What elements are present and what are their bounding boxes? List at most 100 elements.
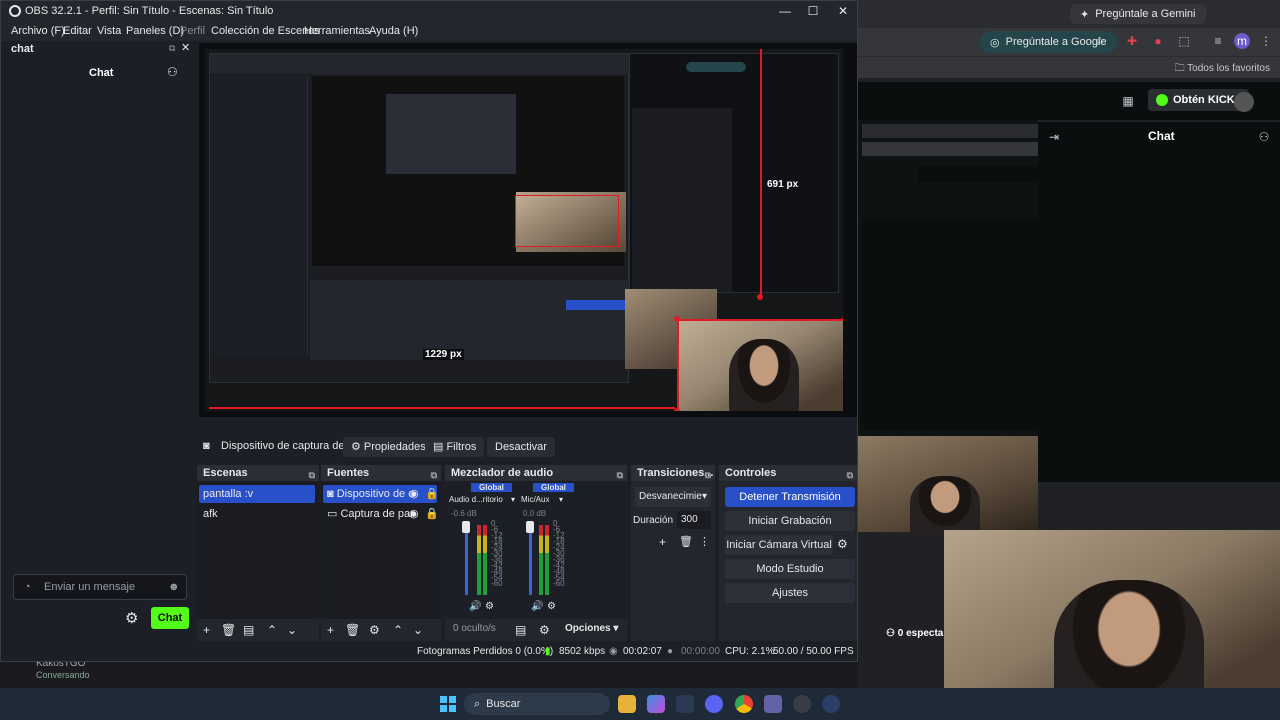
- mute-speaker-icon[interactable]: 🔊: [469, 601, 481, 612]
- nested-browser-preview: [858, 120, 1038, 436]
- add-icon[interactable]: +: [203, 623, 210, 637]
- discord-icon[interactable]: [705, 695, 723, 713]
- selected-source-webcam[interactable]: [677, 319, 843, 411]
- resize-handle[interactable]: [842, 316, 843, 322]
- studio-mode-button[interactable]: Modo Estudio: [725, 559, 855, 579]
- close-icon[interactable]: ✕: [835, 3, 851, 19]
- float-dock-icon[interactable]: ⧉: [169, 43, 175, 54]
- visibility-eye-icon[interactable]: ◉: [409, 485, 419, 503]
- fader-knob[interactable]: [526, 521, 534, 533]
- minimize-icon[interactable]: —: [777, 3, 793, 19]
- lock-icon[interactable]: 🔒: [425, 505, 439, 523]
- advanced-audio-icon[interactable]: ⚙: [539, 623, 550, 637]
- more-icon[interactable]: ⋮: [1258, 33, 1274, 49]
- start-virtual-camera-button[interactable]: Iniciar Cámara Virtual: [725, 535, 833, 555]
- notification-icon[interactable]: ●: [1150, 33, 1166, 49]
- chat-dock: chat ⧉ ✕ Chat ⚇ ◔ Enviar un mensaje ☻ ⚙ …: [5, 41, 195, 641]
- chat-settings-gear-icon[interactable]: ⚙: [125, 609, 138, 627]
- nested-browser-capture: [629, 53, 839, 293]
- menu-help[interactable]: Ayuda (H): [369, 25, 418, 37]
- db-scale: 0 -6 -12 -18 -24 -30 -36 -42 -48 -54 -60: [553, 519, 565, 588]
- trash-icon[interactable]: 🗑: [221, 623, 236, 637]
- calendar-icon[interactable]: ▦: [1120, 93, 1136, 109]
- channel-menu-icon[interactable]: ▾: [511, 495, 515, 504]
- menu-edit[interactable]: Editar: [63, 25, 92, 37]
- transition-select[interactable]: Desvanecimie ▾: [635, 487, 711, 507]
- filters-button[interactable]: ▤ Filtros: [425, 437, 485, 457]
- gemini-tab[interactable]: ✦ Pregúntale a Gemini: [1070, 4, 1206, 24]
- menu-profile[interactable]: Perfil: [180, 25, 205, 37]
- star-icon[interactable]: ☆: [1092, 33, 1108, 49]
- menu-icon[interactable]: ≡: [1210, 33, 1226, 49]
- menu-tools[interactable]: Herramientas: [304, 25, 370, 37]
- move-down-icon[interactable]: ⌄: [287, 623, 297, 637]
- profile-avatar[interactable]: m: [1234, 33, 1250, 49]
- chrome-icon[interactable]: [735, 695, 753, 713]
- app-icon[interactable]: [822, 695, 840, 713]
- trash-icon[interactable]: 🗑: [679, 535, 693, 548]
- gear-icon[interactable]: ⚙: [369, 623, 380, 637]
- record-time: 00:00:00: [681, 646, 720, 657]
- more-icon[interactable]: ⋮: [699, 535, 710, 548]
- chat-users-icon[interactable]: ⚇: [1256, 129, 1272, 145]
- options-button[interactable]: Opciones ▾: [565, 623, 618, 634]
- all-favorites-link[interactable]: 🗀 Todos los favoritos: [1175, 61, 1270, 78]
- resize-handle[interactable]: [674, 316, 680, 322]
- channel-menu-icon[interactable]: ▾: [559, 495, 563, 504]
- mute-speaker-icon[interactable]: 🔊: [531, 601, 543, 612]
- trash-icon[interactable]: 🗑: [345, 623, 360, 637]
- channel-settings-icon[interactable]: ⚙: [485, 601, 494, 612]
- fader-knob[interactable]: [462, 521, 470, 533]
- channel-name-desktop[interactable]: Audio d...ritorio: [449, 495, 503, 504]
- add-icon[interactable]: +: [327, 623, 334, 637]
- properties-button[interactable]: ⚙ Propiedades: [343, 437, 434, 457]
- scene-item[interactable]: afk: [199, 505, 315, 523]
- preview-canvas[interactable]: 691 px 1229 px: [199, 43, 857, 417]
- maximize-icon[interactable]: ☐: [805, 3, 821, 19]
- settings-button[interactable]: Ajustes: [725, 583, 855, 603]
- layout-icon[interactable]: ▤: [515, 623, 526, 637]
- copilot-icon[interactable]: [647, 695, 665, 713]
- menu-view[interactable]: Vista: [97, 25, 121, 37]
- move-up-icon[interactable]: ⌃: [393, 623, 403, 637]
- chat-message-input[interactable]: ◔ Enviar un mensaje ☻: [13, 574, 187, 600]
- lock-icon[interactable]: 🔒: [425, 485, 439, 503]
- duration-input[interactable]: 300: [677, 511, 711, 529]
- volume-fader-mic[interactable]: [529, 523, 532, 595]
- deactivate-button[interactable]: Desactivar: [487, 437, 555, 457]
- source-item[interactable]: ▭ Captura de par ◉ 🔒: [323, 505, 439, 523]
- obs-taskbar-icon[interactable]: [793, 695, 811, 713]
- taskbar-search[interactable]: ⌕ Buscar: [464, 693, 610, 715]
- extension-icon[interactable]: ✚: [1124, 33, 1140, 49]
- chat-users-icon[interactable]: ⚇: [167, 65, 178, 79]
- file-explorer-icon[interactable]: [618, 695, 636, 713]
- windows-start-icon[interactable]: [440, 696, 456, 712]
- filter-icon[interactable]: ▤: [243, 623, 254, 637]
- channel-settings-icon[interactable]: ⚙: [547, 601, 556, 612]
- add-icon[interactable]: +: [659, 535, 666, 549]
- user-avatar[interactable]: [1234, 92, 1254, 112]
- menu-docks[interactable]: Paneles (D): [126, 25, 184, 37]
- channel-name-mic[interactable]: Mic/Aux: [521, 495, 549, 504]
- teams-icon[interactable]: [764, 695, 782, 713]
- virtual-camera-gear-icon[interactable]: ⚙: [837, 537, 848, 551]
- scene-item[interactable]: pantalla :v: [199, 485, 315, 503]
- move-up-icon[interactable]: ⌃: [267, 623, 277, 637]
- rotate-handle[interactable]: [757, 294, 763, 300]
- emoji-icon[interactable]: ☻: [168, 575, 180, 599]
- collapse-chat-icon[interactable]: ⇥: [1046, 129, 1062, 145]
- bitrate-bars-icon: ▮: [545, 646, 551, 657]
- chat-input-icon: ◔: [24, 581, 31, 593]
- volume-fader-desktop[interactable]: [465, 523, 468, 595]
- start-recording-button[interactable]: Iniciar Grabación: [725, 511, 855, 531]
- stop-stream-button[interactable]: Detener Transmisión: [725, 487, 855, 507]
- puzzle-icon[interactable]: ⬚: [1176, 33, 1192, 49]
- menu-file[interactable]: Archivo (F): [11, 25, 65, 37]
- close-dock-icon[interactable]: ✕: [181, 41, 190, 54]
- move-down-icon[interactable]: ⌄: [413, 623, 423, 637]
- steam-icon[interactable]: [676, 695, 694, 713]
- source-item[interactable]: ◙ Dispositivo de c ◉ 🔒: [323, 485, 439, 503]
- resize-handle[interactable]: [674, 408, 680, 411]
- chat-send-button[interactable]: Chat: [151, 607, 189, 629]
- visibility-eye-icon[interactable]: ◉: [409, 505, 419, 523]
